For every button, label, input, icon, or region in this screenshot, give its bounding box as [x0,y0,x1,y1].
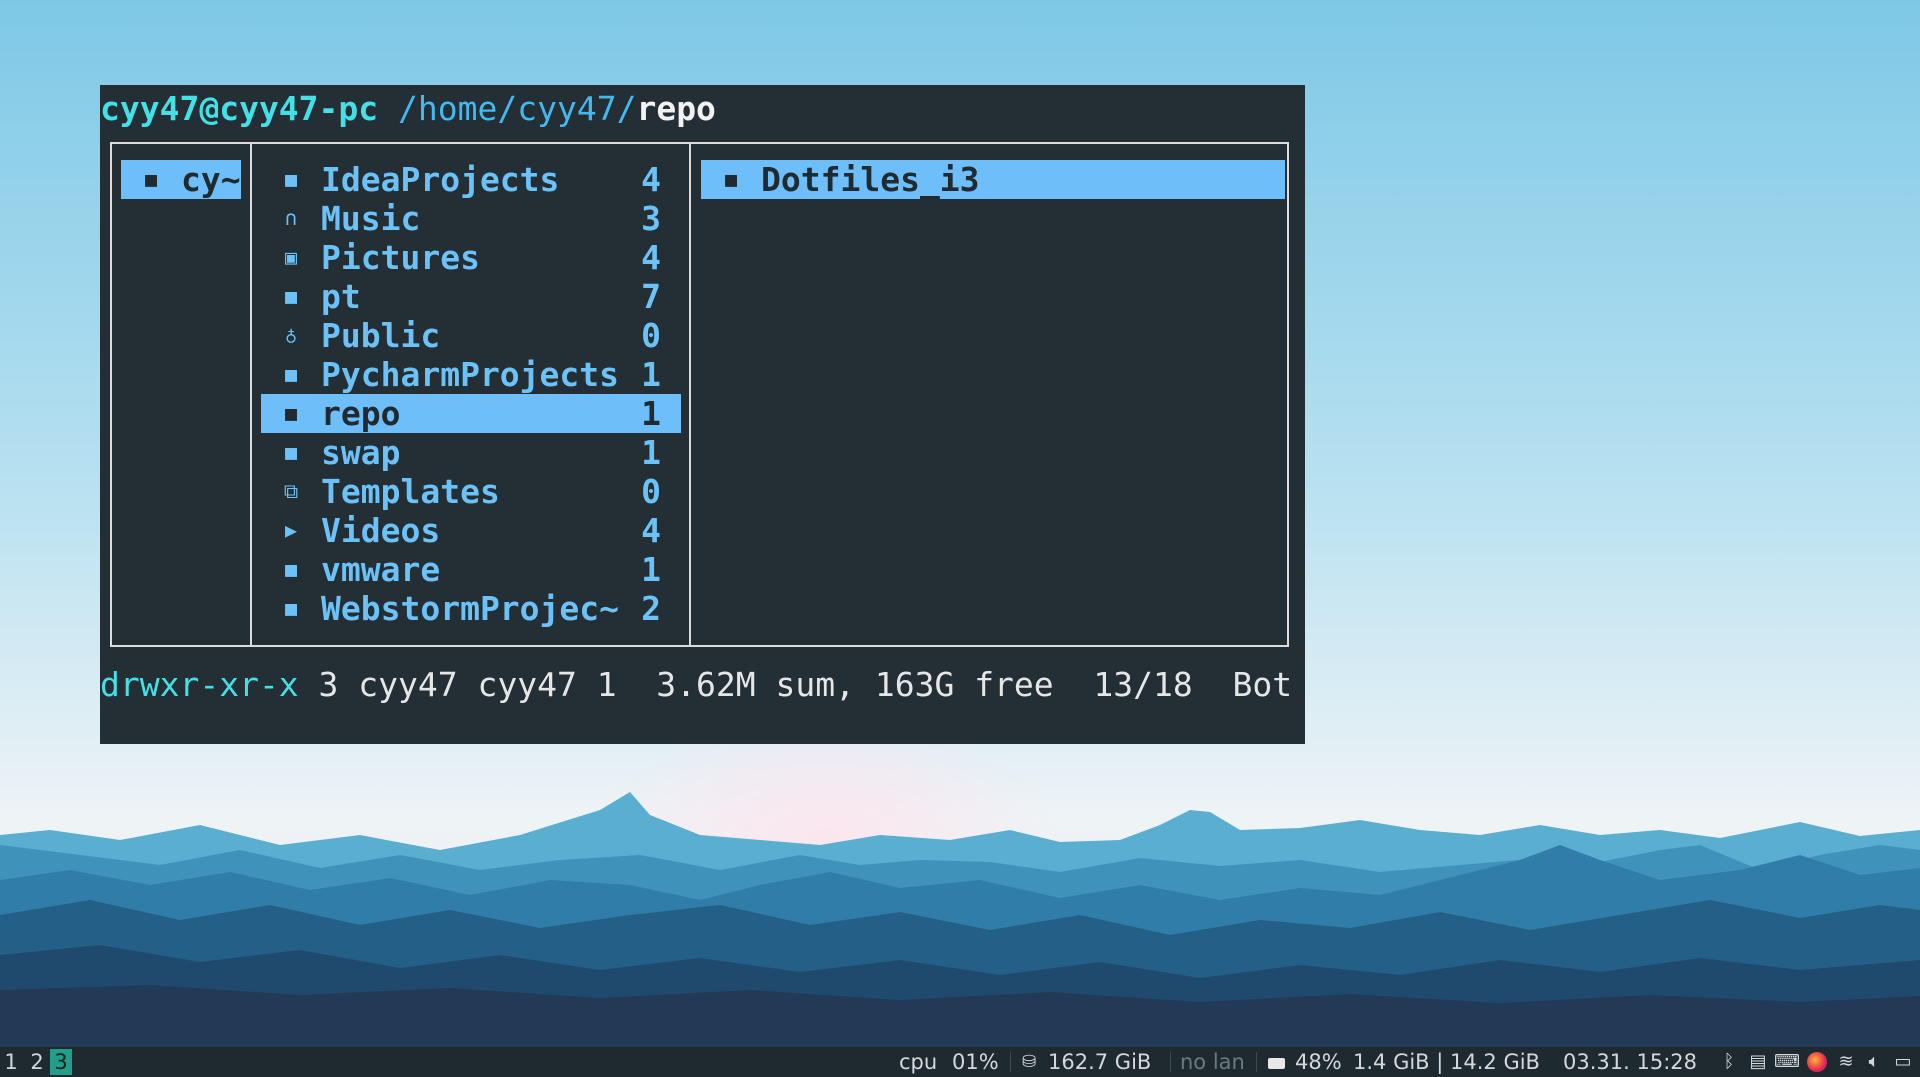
file-entry[interactable]: ⧉ Templates 0 [261,472,681,511]
file-entry-name: vmware [321,550,441,589]
file-entry-name: Public [321,316,441,355]
image-icon: ▣ [284,245,298,269]
status-bar: 123 cpu 01% ⛁ 162.7 GiB no lan 48% 1.4 G… [0,1047,1920,1077]
folder-icon: ■ [284,362,298,386]
file-entry-name: Templates [321,472,500,511]
file-entry[interactable]: ■ IdeaProjects 4 [261,160,681,199]
file-entry-name: swap [321,433,401,472]
file-entry[interactable]: ■ swap 1 [261,433,681,472]
cpu-label: cpu [899,1050,938,1074]
separator [1170,1052,1171,1072]
folder-icon: ■ [284,167,298,191]
file-entry-count: 4 [641,160,661,199]
file-entry-count: 0 [641,472,661,511]
file-entry[interactable]: ▣ Pictures 4 [261,238,681,277]
terminal-window[interactable]: cyy47@cyy47-pc /home/cyy47/repo ■ cy~ ■ I… [100,85,1305,744]
folder-icon: ■ [284,284,298,308]
user-host: cyy47@cyy47-pc [100,89,379,128]
parent-entry[interactable]: ■ cy~ [121,160,241,199]
path-header: cyy47@cyy47-pc /home/cyy47/repo [100,91,716,127]
file-entry-name: Videos [321,511,441,550]
volume-icon[interactable]: 🔈︎ [1862,1050,1886,1074]
file-entry-count: 2 [641,589,661,628]
file-entry-name: Pictures [321,238,480,277]
file-entry[interactable]: ■ pt 7 [261,277,681,316]
separator [1256,1052,1257,1072]
memory-usage: 1.4 GiB | 14.2 GiB [1353,1050,1540,1074]
preview-entry-name: Dotfiles_i3 [761,160,980,199]
permissions: drwxr-xr-x [100,665,299,704]
database-icon: ⛁ [1022,1052,1037,1072]
file-entry[interactable]: ▶ Videos 4 [261,511,681,550]
clipboard-icon[interactable]: ▤ [1747,1050,1769,1074]
preview-entry[interactable]: ■ Dotfiles_i3 [701,160,1285,199]
file-entry-count: 3 [641,199,661,238]
folder-icon: ■ [284,401,298,425]
workspace-3[interactable]: 3 [50,1049,72,1075]
file-entry-count: 1 [641,355,661,394]
workspace-2[interactable]: 2 [26,1049,48,1075]
preview-column: ■ Dotfiles_i3 [701,160,1285,199]
folder-icon: ■ [284,596,298,620]
battery-icon [1268,1047,1285,1077]
separator [1010,1052,1011,1072]
battery-level: 48% [1295,1050,1342,1074]
column-divider [689,144,691,645]
folder-icon: ■ [724,167,738,191]
file-entry-count: 4 [641,511,661,550]
file-info: 3 cyy47 cyy47 1 3.62M sum, 163G free 13/… [298,665,1293,704]
keyboard-icon[interactable]: ⌨ [1774,1050,1800,1074]
clock[interactable]: 03.31. 15:28 [1563,1047,1697,1077]
file-entry-count: 1 [641,550,661,589]
file-entry[interactable]: ■ vmware 1 [261,550,681,589]
folder-icon: ■ [284,440,298,464]
disk-free: 162.7 GiB [1048,1050,1152,1074]
template-icon: ⧉ [283,479,299,503]
folder-icon: ■ [284,557,298,581]
file-entry[interactable]: ■ WebstormProjec~ 2 [261,589,681,628]
file-entry-count: 1 [641,394,661,433]
file-entry[interactable]: ♁ Public 0 [261,316,681,355]
cpu-usage: 01% [952,1050,999,1074]
headphones-icon: ∩ [284,206,298,230]
file-entry[interactable]: ■ PycharmProjects 1 [261,355,681,394]
current-path: /home/cyy47/ [398,89,637,128]
file-entry-count: 1 [641,433,661,472]
status-line: drwxr-xr-x 3 cyy47 cyy47 1 3.62M sum, 16… [100,665,1292,705]
file-entry-name: PycharmProjects [321,355,620,394]
current-directory: repo [636,89,716,128]
battery-tray-icon[interactable]: ▭ [1890,1050,1916,1074]
workspace-1[interactable]: 1 [0,1049,22,1075]
file-entry-name: pt [321,277,361,316]
file-entry-name: IdeaProjects [321,160,560,199]
file-entry-name: Music [321,199,421,238]
file-entry-count: 7 [641,277,661,316]
file-entry-name: repo [321,394,401,433]
wifi-icon[interactable]: ≋ [1834,1050,1858,1074]
bluetooth-icon[interactable]: ᛒ [1718,1050,1740,1074]
firefox-icon[interactable] [1806,1050,1828,1074]
file-entry[interactable]: ■ repo 1 [261,394,681,433]
file-entry-count: 4 [641,238,661,277]
file-entry-name: WebstormProjec~ [321,589,620,628]
file-browser-frame: ■ cy~ ■ IdeaProjects 4 ∩ Music 3 ▣ Pictures 4 ■ pt… [110,142,1289,647]
video-icon: ▶ [284,518,298,542]
folder-icon: ■ [144,167,158,191]
lan-status: no lan [1180,1050,1245,1074]
file-entry[interactable]: ∩ Music 3 [261,199,681,238]
parent-entry-label: cy~ [181,160,241,199]
current-column: ■ IdeaProjects 4 ∩ Music 3 ▣ Pictures 4 ■ pt 7 ♁ Publ… [261,160,681,628]
parent-column: ■ cy~ [121,160,241,199]
file-entry-count: 0 [641,316,661,355]
share-icon: ♁ [284,323,298,347]
